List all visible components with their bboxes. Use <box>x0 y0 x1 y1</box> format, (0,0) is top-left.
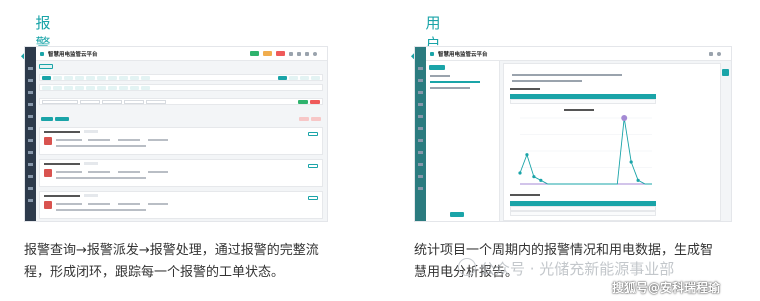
filter-row <box>39 84 323 91</box>
alarm-management-screenshot: 智慧用电监管云平台 <box>24 46 328 222</box>
wechat-watermark-icon <box>458 258 476 276</box>
search-row <box>39 98 323 105</box>
filter-row <box>39 74 323 81</box>
alarm-icon <box>44 169 52 177</box>
left-description-line: 程，形成闭环，跟踪每一个报警的工单状态。 <box>24 265 285 280</box>
chart-point <box>621 115 628 121</box>
tree-filter-button <box>429 65 445 70</box>
status-badge <box>263 51 272 56</box>
report-document <box>503 63 721 221</box>
chart-point <box>539 178 543 182</box>
screenshot-tabs <box>39 64 53 69</box>
report-line-chart <box>518 115 652 185</box>
status-badge <box>250 51 259 56</box>
alarm-card <box>39 191 323 219</box>
alarm-card <box>39 159 323 187</box>
avatar <box>313 51 317 56</box>
float-action-button <box>722 69 729 76</box>
export-button <box>450 212 464 217</box>
project-tree <box>426 61 500 221</box>
left-description: 报警查询→报警派发→报警处理，通过报警的完整流 程，形成闭环，跟踪每一个报警的工… <box>24 240 344 284</box>
app-logo-icon <box>40 51 44 56</box>
screenshot-sidebar <box>415 47 426 221</box>
watermark-official-account: 公众号 · 光储充新能源事业部 <box>480 260 675 278</box>
chart-point <box>636 178 640 182</box>
left-description-line: 报警查询→报警派发→报警处理，通过报警的完整流 <box>24 243 319 258</box>
screenshot-topbar: 智慧用电监管云平台 <box>426 47 731 61</box>
chart-point <box>532 175 536 179</box>
status-badge <box>276 51 285 56</box>
chart-point <box>629 160 633 164</box>
toolbar-icon <box>297 51 301 56</box>
toolbar-icon <box>709 51 713 56</box>
watermark-author: 搜狐号@安科瑞程瑜 <box>612 281 721 295</box>
screenshot-topbar: 智慧用电监管云平台 <box>36 47 327 61</box>
avatar <box>717 51 721 56</box>
toolbar-icon <box>289 51 293 56</box>
alarm-icon <box>44 137 52 145</box>
user-report-screenshot: 智慧用电监管云平台 <box>414 46 732 222</box>
screenshot-app-title: 智慧用电监管云平台 <box>48 51 98 58</box>
screenshot-app-title: 智慧用电监管云平台 <box>438 51 488 58</box>
alarm-card <box>39 127 323 155</box>
chart-point <box>525 153 529 157</box>
screenshot-sidebar <box>25 47 36 221</box>
toolbar-icon <box>305 51 309 56</box>
action-row <box>39 115 323 122</box>
chart-point <box>518 171 522 175</box>
alarm-icon <box>44 201 52 209</box>
app-logo-icon <box>430 51 434 56</box>
